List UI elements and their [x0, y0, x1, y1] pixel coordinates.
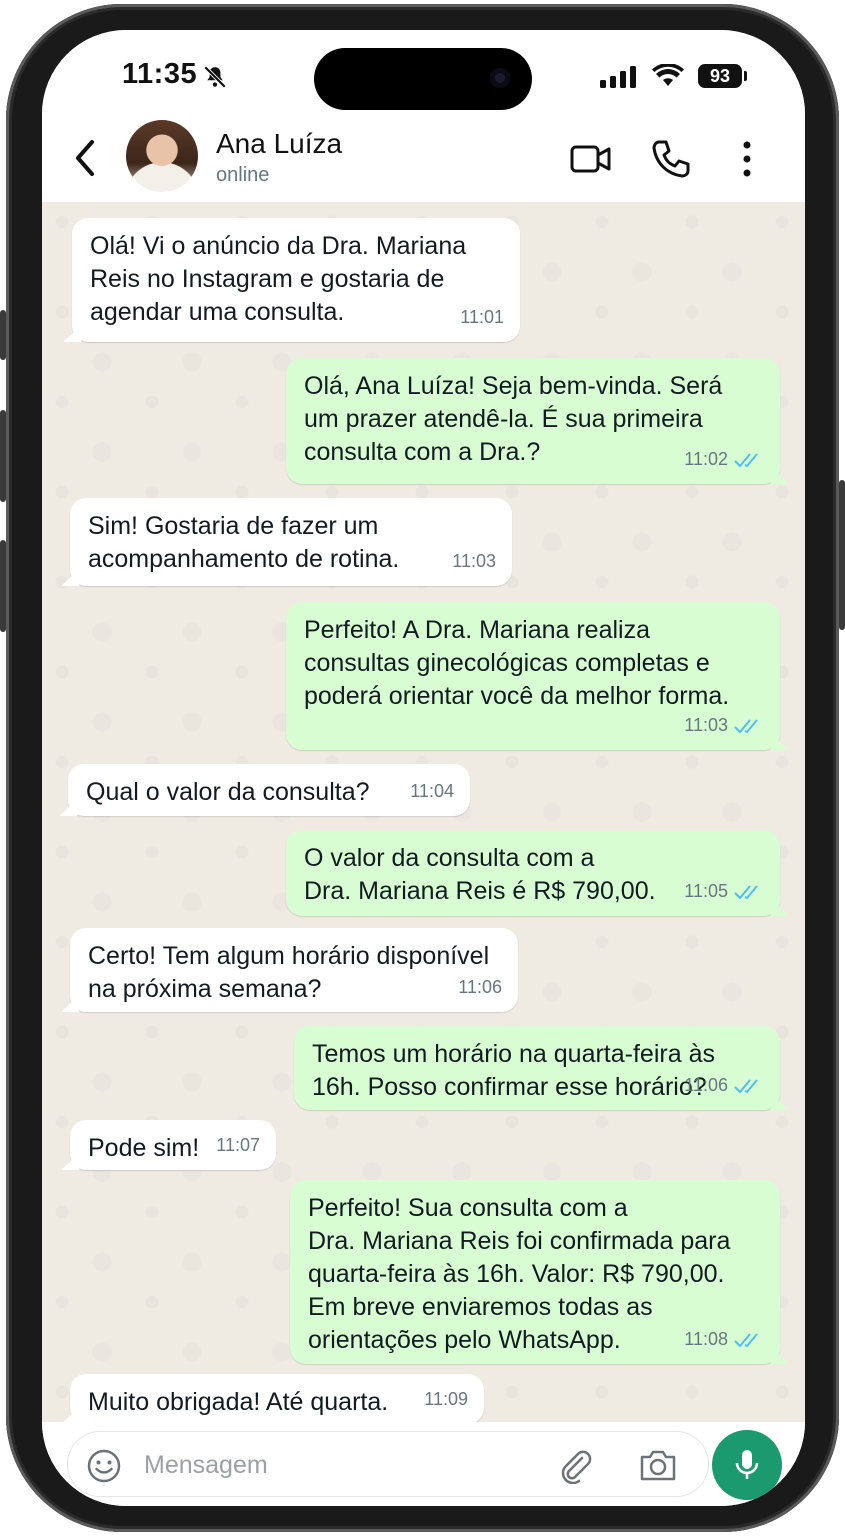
phone-screen: 11:35 93 Ana Luíza online Olá! Vi o anún… — [42, 30, 805, 1506]
message-time: 11:05 — [684, 881, 728, 901]
message-outgoing[interactable]: Olá, Ana Luíza! Seja bem-vinda. Será um … — [286, 358, 780, 484]
message-outgoing[interactable]: Perfeito! Sua consulta com a Dra. Marian… — [290, 1180, 780, 1364]
message-time: 11:07 — [216, 1135, 260, 1155]
emoji-icon[interactable] — [86, 1448, 122, 1484]
message-outgoing[interactable]: Perfeito! A Dra. Mariana realiza consult… — [286, 602, 780, 750]
read-ticks-icon — [734, 884, 758, 899]
message-incoming[interactable]: Qual o valor da consulta? 11:04 — [68, 764, 470, 816]
signal-icon — [600, 66, 636, 88]
mic-button[interactable] — [712, 1430, 782, 1500]
message-incoming[interactable]: Muito obrigada! Até quarta. 11:09 — [70, 1374, 484, 1424]
message-time: 11:03 — [684, 715, 728, 735]
message-time: 11:06 — [684, 1075, 728, 1095]
message-text: Sim! Gostaria de fazer um acompanhamento… — [88, 512, 400, 573]
read-ticks-icon — [734, 452, 758, 467]
status-bar: 11:35 93 — [42, 30, 805, 116]
power-button — [839, 480, 845, 630]
message-text: Muito obrigada! Até quarta. — [88, 1388, 389, 1416]
message-time: 11:08 — [684, 1329, 728, 1349]
message-time: 11:04 — [410, 781, 454, 801]
wifi-icon — [652, 64, 684, 86]
mic-icon — [735, 1450, 759, 1479]
message-composer — [42, 1422, 805, 1506]
message-text: Certo! Tem algum horário disponível na p… — [88, 942, 490, 1003]
back-icon[interactable] — [68, 136, 104, 180]
video-call-icon[interactable] — [570, 138, 612, 180]
message-text: Olá! Vi o anúncio da Dra. Mariana Reis n… — [90, 232, 467, 326]
front-camera — [490, 68, 510, 88]
action-button — [0, 310, 6, 360]
message-incoming[interactable]: Sim! Gostaria de fazer um acompanhamento… — [70, 498, 512, 586]
message-time: 11:06 — [458, 977, 502, 997]
message-incoming[interactable]: Certo! Tem algum horário disponível na p… — [70, 928, 518, 1012]
battery-icon: 93 — [698, 64, 742, 88]
bell-muted-icon — [203, 65, 227, 89]
contact-status: online — [216, 164, 270, 186]
message-text: Perfeito! A Dra. Mariana realiza consult… — [304, 616, 730, 710]
read-ticks-icon — [734, 1078, 758, 1093]
camera-icon[interactable] — [638, 1446, 678, 1484]
dynamic-island — [314, 48, 532, 110]
clock: 11:35 — [122, 58, 198, 90]
message-time: 11:02 — [684, 449, 728, 469]
message-time: 11:01 — [460, 307, 504, 327]
attach-icon[interactable] — [556, 1446, 594, 1484]
message-time: 11:09 — [424, 1389, 468, 1409]
message-outgoing[interactable]: O valor da consulta com a Dra. Mariana R… — [286, 830, 780, 916]
message-text: Qual o valor da consulta? — [86, 778, 370, 806]
message-incoming[interactable]: Pode sim! 11:07 — [70, 1120, 276, 1170]
message-outgoing[interactable]: Temos um horário na quarta-feira às 16h.… — [294, 1026, 780, 1110]
contact-name[interactable]: Ana Luíza — [216, 128, 342, 160]
battery-nub — [744, 71, 747, 81]
read-ticks-icon — [734, 1332, 758, 1347]
message-incoming[interactable]: Olá! Vi o anúncio da Dra. Mariana Reis n… — [72, 218, 520, 342]
avatar[interactable] — [126, 120, 198, 192]
volume-down-button — [0, 540, 6, 632]
read-ticks-icon — [734, 718, 758, 733]
more-options-icon[interactable] — [732, 138, 762, 180]
phone-icon[interactable] — [650, 138, 692, 180]
volume-up-button — [0, 410, 6, 502]
message-time: 11:03 — [452, 551, 496, 571]
chat-header: Ana Luíza online — [42, 116, 805, 203]
message-input[interactable] — [142, 1444, 526, 1486]
